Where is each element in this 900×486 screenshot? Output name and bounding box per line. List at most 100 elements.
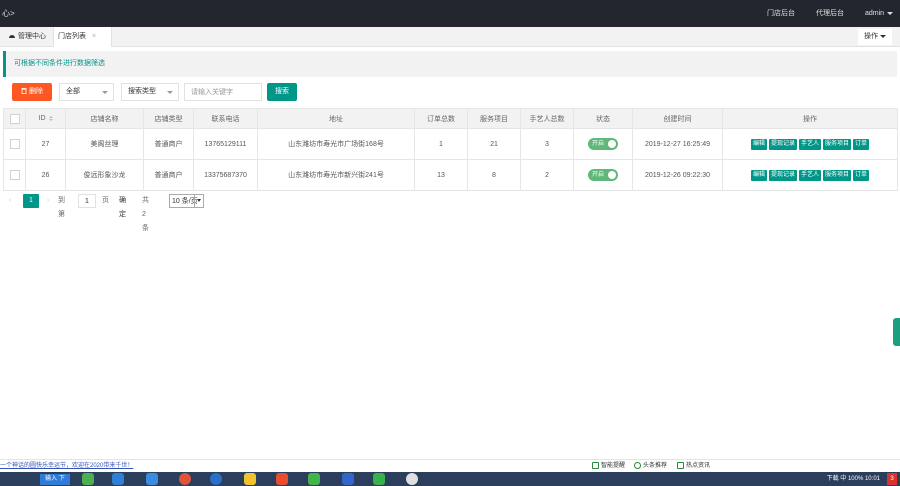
edit-button[interactable]: 编辑 [750,138,767,150]
nav-agent-backend[interactable]: 代理后台 [816,0,844,27]
search-button[interactable]: 搜索 [267,83,297,101]
cell-services: 21 [467,128,521,160]
services-button[interactable]: 服务项目 [823,138,852,150]
toggle-knob [608,140,616,148]
table-header-row: ID 店铺名称 店铺类型 联系电话 地址 订单总数 服务项目 手艺人总数 状态 … [3,108,898,129]
close-icon[interactable]: × [92,33,96,40]
cell-phone: 13765129111 [193,128,258,160]
keyword-input[interactable] [184,83,262,101]
dashboard-icon [9,35,15,38]
status-toggle-label: 开启 [592,141,605,147]
select-all-checkbox[interactable] [9,113,20,124]
tray-hot-news[interactable]: 热点资讯 [677,460,710,472]
app-icon[interactable] [146,473,158,485]
row-checkbox[interactable] [9,170,20,180]
tray-smart-reminder[interactable]: 智能提醒 [592,460,625,472]
edit-button[interactable]: 编辑 [750,169,767,181]
table-row: 26 俊远形象沙龙 普通商户 13375687370 山东潍坊市寿光市新兴街24… [3,159,898,191]
notification-badge[interactable]: 3 [887,473,897,485]
page-size-select[interactable]: 10 条/页 [169,194,204,208]
prev-page-button[interactable]: ‹ [5,194,15,208]
status-toggle[interactable]: 开启 [588,169,618,181]
artisans-button[interactable]: 手艺人 [798,138,821,150]
cell-status: 开启 [573,128,633,160]
nav-store-backend[interactable]: 门店后台 [767,0,795,27]
orders-button[interactable]: 订单 [853,169,870,181]
system-tray: 下载 中 100% 10:01 [826,476,880,482]
cell-store-type: 普通商户 [143,128,194,160]
news-ticker-bar: 一个神话的圆快乐幸运节，欢迎在2020带来千世！ 智能提醒 头条推荐 热点资讯 [0,459,900,472]
store-table: ID 店铺名称 店铺类型 联系电话 地址 订单总数 服务项目 手艺人总数 状态 … [3,108,898,191]
os-taskbar: 输入 下 下载 中 100% 10:01 3 [0,472,900,486]
cell-id: 26 [25,159,66,191]
tab-store-list-label: 门店列表 [58,33,86,40]
tab-home-label: 管理中心 [18,33,46,40]
chrome-icon[interactable] [179,473,191,485]
search-type-select-value: 搜索类型 [128,88,156,95]
app-icon[interactable] [112,473,124,485]
table-row: 27 美阁丝理 普通商户 13765129111 山东潍坊市寿光市广场街168号… [3,128,898,160]
status-select[interactable]: 全部 [59,83,114,101]
news-icon [677,461,684,469]
cell-address: 山东潍坊市寿光市新兴街241号 [257,159,415,191]
tab-bar: 管理中心 门店列表 × [0,27,900,47]
header-id-label: ID [38,115,46,122]
goto-confirm-button[interactable]: 确定 [119,194,126,218]
tab-store-list[interactable]: 门店列表 × [53,27,112,47]
operations-dropdown[interactable]: 操作 [858,29,892,45]
chevron-down-icon [102,91,108,94]
toggle-knob [608,171,616,179]
cell-status: 开启 [573,159,633,191]
app-icon[interactable] [82,473,94,485]
row-checkbox-cell[interactable] [3,128,26,160]
tab-home[interactable]: 管理中心 [4,27,50,47]
next-page-button[interactable]: › [43,194,53,208]
header-created: 创建时间 [632,108,723,129]
side-panel-handle[interactable] [893,318,900,346]
artisans-button[interactable]: 手艺人 [798,169,821,181]
header-id[interactable]: ID [25,108,66,129]
sort-icon[interactable] [48,115,53,121]
app-icon[interactable] [276,473,288,485]
withdraw-records-button[interactable]: 提现记录 [768,169,797,181]
headline-icon [634,461,641,469]
header-select-all[interactable] [3,108,26,129]
status-toggle-label: 开启 [592,172,605,178]
cell-artisan-count: 3 [520,128,574,160]
app-icon[interactable] [244,473,256,485]
search-type-select[interactable]: 搜索类型 [121,83,179,101]
cell-created: 2019-12-26 09:22:30 [632,159,723,191]
brand-logo[interactable]: 心> [2,8,15,19]
user-menu[interactable]: admin [865,0,894,27]
page-1-button[interactable]: 1 [23,194,39,208]
cell-phone: 13375687370 [193,159,258,191]
row-checkbox[interactable] [9,139,20,149]
operations-label: 操作 [864,33,878,40]
status-toggle[interactable]: 开启 [588,138,618,150]
header-status: 状态 [573,108,633,129]
orders-button[interactable]: 订单 [853,138,870,150]
goto-page-input[interactable]: 1 [78,194,96,208]
chevron-down-icon [887,11,894,15]
chevron-down-icon [167,91,173,94]
taskbar-search-box[interactable]: 输入 下 [40,474,70,485]
row-checkbox-cell[interactable] [3,159,26,191]
delete-label: 删除 [29,88,43,95]
app-root: 心> 门店后台 代理后台 admin 管理中心 门店列表 × 操作 可根据不同条件… [0,0,900,486]
app-icon[interactable] [342,473,354,485]
header-phone: 联系电话 [193,108,258,129]
delete-button[interactable]: 删除 [12,83,52,101]
ticker-message[interactable]: 一个神话的圆快乐幸运节，欢迎在2020带来千世！ [0,460,133,472]
header-actions: 操作 [722,108,898,129]
withdraw-records-button[interactable]: 提现记录 [768,138,797,150]
app-icon[interactable] [406,473,418,485]
tray-label: 头条推荐 [643,463,668,469]
tray-headline[interactable]: 头条推荐 [634,460,667,472]
app-icon[interactable] [308,473,320,485]
cell-store-name: 俊远形象沙龙 [65,159,144,191]
goto-label: 到第 [58,197,65,218]
wechat-icon[interactable] [373,473,385,485]
services-button[interactable]: 服务项目 [823,169,852,181]
app-icon[interactable] [210,473,222,485]
cell-store-type: 普通商户 [143,159,194,191]
